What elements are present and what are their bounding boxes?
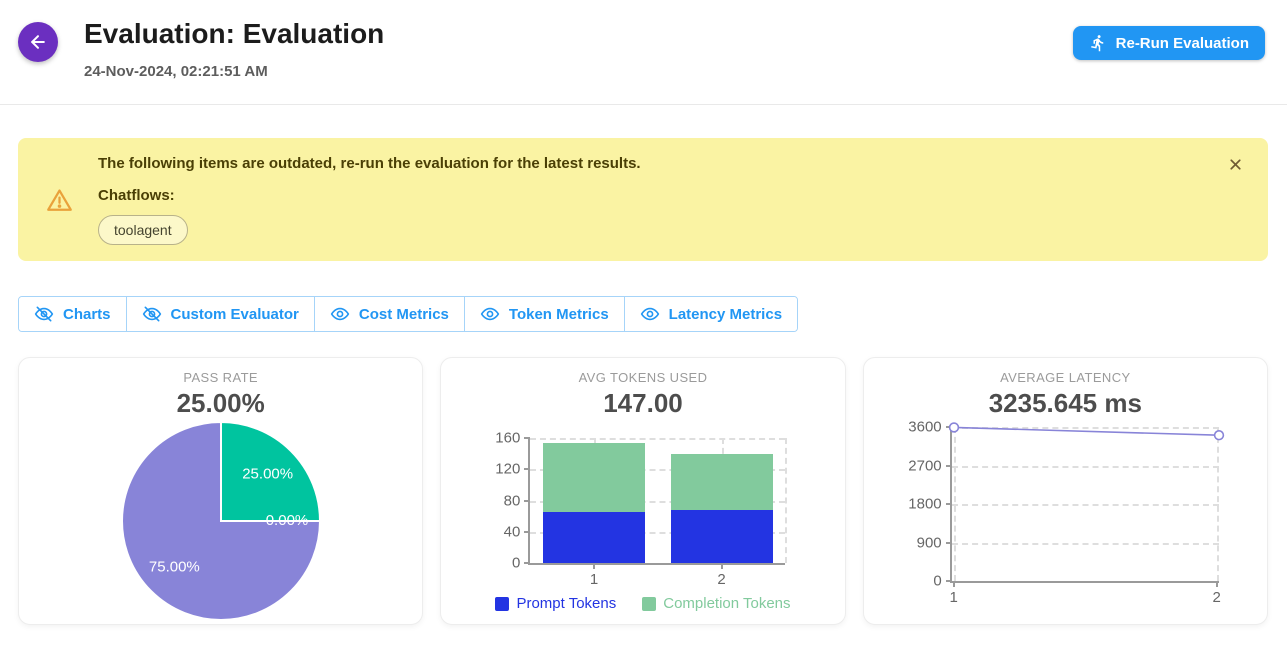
run-icon bbox=[1089, 34, 1107, 52]
outdated-warning-banner: The following items are outdated, re-run… bbox=[18, 138, 1268, 261]
legend-label: Prompt Tokens bbox=[516, 595, 616, 612]
latency-line-chart: 090018002700360012 bbox=[864, 425, 1267, 585]
avg-latency-title: AVERAGE LATENCY bbox=[864, 370, 1267, 385]
y-tick bbox=[524, 437, 530, 439]
y-axis-label: 120 bbox=[495, 461, 520, 478]
toggle-latency-metrics[interactable]: Latency Metrics bbox=[625, 297, 797, 331]
back-button[interactable] bbox=[18, 22, 58, 62]
toggle-custom-evaluator[interactable]: Custom Evaluator bbox=[127, 297, 315, 331]
line-path bbox=[954, 428, 1219, 436]
toggle-token-metrics[interactable]: Token Metrics bbox=[465, 297, 625, 331]
x-axis-label: 2 bbox=[1212, 589, 1220, 606]
page-title: Evaluation: Evaluation bbox=[84, 18, 1073, 50]
toggle-label: Cost Metrics bbox=[359, 306, 449, 323]
chatflow-chips: toolagent bbox=[98, 215, 641, 245]
avg-tokens-card: AVG TOKENS USED 147.00 0 40 80 120 160 1 2 Pro… bbox=[440, 357, 845, 625]
toggle-charts[interactable]: Charts bbox=[19, 297, 127, 331]
warning-message: The following items are outdated, re-run… bbox=[98, 155, 641, 172]
toggle-label: Charts bbox=[63, 306, 111, 323]
header: Evaluation: Evaluation 24-Nov-2024, 02:2… bbox=[0, 0, 1287, 80]
chart-cards: PASS RATE 25.00% 25.00% 0.00% 75.00% AVG T… bbox=[18, 357, 1268, 625]
data-point bbox=[949, 423, 958, 432]
pie-slice-label: 25.00% bbox=[242, 465, 293, 482]
y-axis-label: 0 bbox=[512, 555, 520, 572]
eye-off-icon bbox=[142, 304, 162, 324]
legend-swatch bbox=[642, 597, 656, 611]
bar-segment bbox=[671, 510, 773, 563]
pass-rate-card: PASS RATE 25.00% 25.00% 0.00% 75.00% bbox=[18, 357, 423, 625]
legend-item: Prompt Tokens bbox=[495, 595, 616, 612]
eye-off-icon bbox=[34, 304, 54, 324]
bar-segment bbox=[543, 443, 645, 512]
y-axis-label: 2700 bbox=[908, 457, 941, 474]
bar-segment bbox=[671, 454, 773, 510]
avg-latency-value: 3235.645 ms bbox=[864, 388, 1267, 419]
warning-icon bbox=[46, 187, 73, 214]
y-axis-label: 3600 bbox=[908, 419, 941, 436]
avg-latency-card: AVERAGE LATENCY 3235.645 ms 090018002700… bbox=[863, 357, 1268, 625]
header-divider bbox=[0, 104, 1287, 105]
pass-rate-pie-chart: 25.00% 0.00% 75.00% bbox=[121, 421, 321, 621]
y-axis-label: 0 bbox=[933, 573, 941, 590]
toggle-label: Token Metrics bbox=[509, 306, 609, 323]
toggle-label: Latency Metrics bbox=[669, 306, 782, 323]
eye-icon bbox=[480, 304, 500, 324]
tokens-bar-chart: 0 40 80 120 160 1 2 bbox=[441, 425, 844, 585]
rerun-evaluation-button[interactable]: Re-Run Evaluation bbox=[1073, 26, 1265, 60]
y-axis-label: 900 bbox=[917, 534, 942, 551]
y-axis-label: 160 bbox=[495, 430, 520, 447]
legend-swatch bbox=[495, 597, 509, 611]
y-axis-label: 40 bbox=[504, 523, 521, 540]
x-tick bbox=[593, 563, 595, 569]
pie-slice-label: 75.00% bbox=[149, 559, 200, 576]
y-tick bbox=[524, 562, 530, 564]
bar-segment bbox=[543, 512, 645, 564]
y-axis-label: 1800 bbox=[908, 496, 941, 513]
y-tick bbox=[524, 531, 530, 533]
gridline-h bbox=[530, 438, 785, 440]
avg-tokens-title: AVG TOKENS USED bbox=[441, 370, 844, 385]
avg-tokens-value: 147.00 bbox=[441, 388, 844, 419]
close-icon bbox=[1227, 156, 1244, 173]
y-tick bbox=[524, 468, 530, 470]
chatflows-label: Chatflows: bbox=[98, 187, 641, 204]
legend-label: Completion Tokens bbox=[663, 595, 790, 612]
tokens-legend: Prompt Tokens Completion Tokens bbox=[441, 595, 844, 612]
evaluation-timestamp: 24-Nov-2024, 02:21:51 AM bbox=[84, 63, 1073, 80]
latency-line bbox=[952, 427, 1221, 583]
tokens-bar-plot: 0408012016012 bbox=[528, 438, 785, 565]
toggle-label: Custom Evaluator bbox=[171, 306, 299, 323]
x-axis-label: 2 bbox=[717, 571, 725, 588]
x-tick bbox=[721, 563, 723, 569]
close-banner-button[interactable] bbox=[1227, 156, 1244, 173]
y-axis-label: 80 bbox=[504, 492, 521, 509]
eye-icon bbox=[640, 304, 660, 324]
pass-rate-title: PASS RATE bbox=[19, 370, 422, 385]
x-axis-label: 1 bbox=[949, 589, 957, 606]
latency-line-plot: 090018002700360012 bbox=[950, 427, 1219, 583]
toggle-cost-metrics[interactable]: Cost Metrics bbox=[315, 297, 465, 331]
arrow-left-icon bbox=[28, 32, 48, 52]
y-tick bbox=[524, 500, 530, 502]
rerun-evaluation-label: Re-Run Evaluation bbox=[1116, 35, 1249, 52]
pass-rate-value: 25.00% bbox=[19, 388, 422, 419]
chatflow-chip: toolagent bbox=[98, 215, 188, 245]
data-point bbox=[1214, 431, 1223, 440]
eye-icon bbox=[330, 304, 350, 324]
gridline-v bbox=[785, 438, 787, 563]
pie-slice-label: 0.00% bbox=[265, 512, 308, 529]
x-axis-label: 1 bbox=[590, 571, 598, 588]
metrics-toggle-group: Charts Custom Evaluator Cost Metrics Tok… bbox=[18, 296, 798, 332]
legend-item: Completion Tokens bbox=[642, 595, 790, 612]
